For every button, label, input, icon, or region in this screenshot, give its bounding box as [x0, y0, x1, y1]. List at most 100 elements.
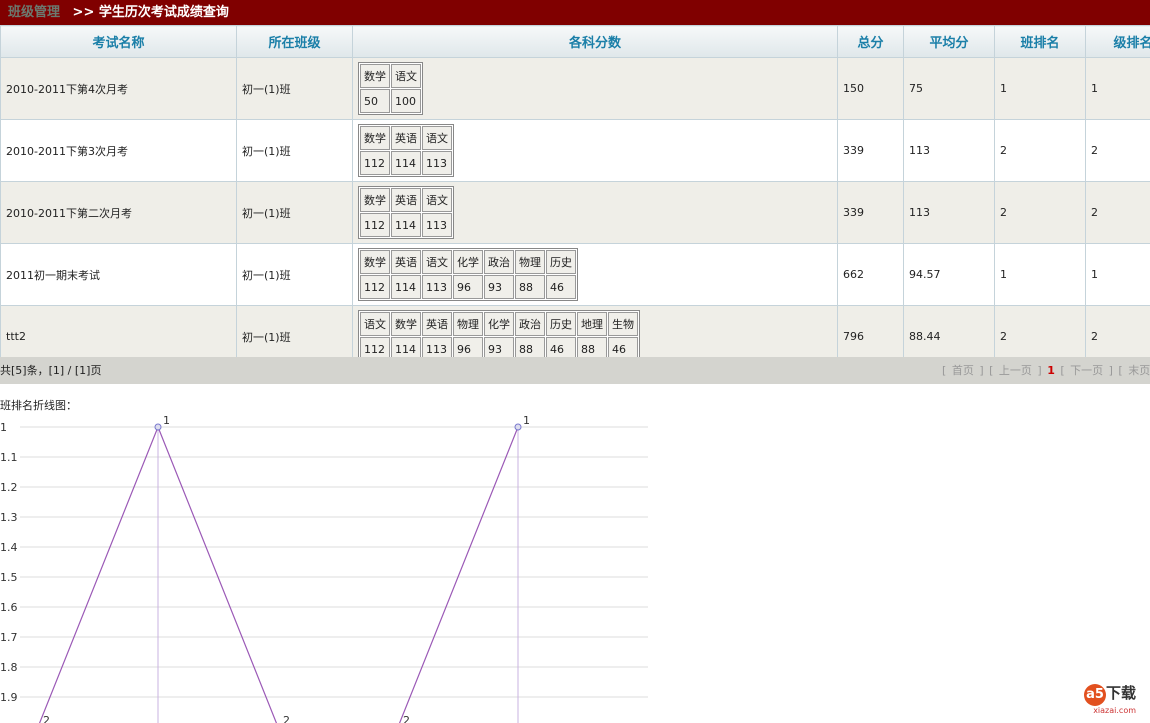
column-header: 级排名 [1085, 25, 1150, 58]
subject-name: 数学 [391, 312, 421, 336]
title-bar: 班级管理 >> 学生历次考试成绩查询 [0, 0, 1150, 25]
subject-name: 化学 [453, 250, 483, 274]
subject-score-table: 数学 英语 语文 化学 政治 物理 历史 112 114 113 96 93 88 46 [358, 248, 578, 301]
total-score: 150 [837, 57, 904, 120]
class-rank-line-chart: 1 1.1 1.2 1.3 1.4 1.5 1.6 1.7 1.8 1.9 2 1 2 2 1 [0, 414, 648, 723]
y-tick-label: 1.4 [0, 541, 18, 554]
table-row: 2011初一期末考试 初一(1)班 数学 英语 语文 化学 政治 物理 历史 112 114 113 9… [0, 243, 1150, 306]
subject-name: 英语 [391, 126, 421, 150]
table-row: 2010-2011下第4次月考 初一(1)班 数学 语文 50 100 150 75 1 1 [0, 57, 1150, 120]
subject-score: 46 [546, 275, 576, 299]
subject-score: 112 [360, 275, 390, 299]
subject-score: 100 [391, 89, 421, 113]
subject-name: 英语 [391, 250, 421, 274]
y-tick-label: 1.9 [0, 691, 18, 704]
subject-name: 语文 [391, 64, 421, 88]
subject-score: 112 [360, 213, 390, 237]
subject-name: 数学 [360, 126, 390, 150]
exam-name: 2011初一期末考试 [0, 243, 237, 306]
y-tick-label: 1.3 [0, 511, 18, 524]
subject-name: 语文 [422, 250, 452, 274]
subject-name: 历史 [546, 250, 576, 274]
subject-name: 英语 [422, 312, 452, 336]
subject-name: 物理 [453, 312, 483, 336]
first-page-link[interactable]: [ 首页 ] [942, 364, 984, 377]
subject-score: 88 [515, 275, 545, 299]
subject-score: 113 [422, 275, 452, 299]
series-line [38, 425, 519, 723]
total-score: 339 [837, 119, 904, 182]
data-point [154, 423, 162, 431]
subject-score-table: 数学 英语 语文 112 114 113 [358, 124, 454, 177]
y-tick-label: 1.7 [0, 631, 18, 644]
data-label: 2 [43, 714, 50, 723]
subject-score-table: 数学 语文 50 100 [358, 62, 423, 115]
average-score: 113 [903, 181, 995, 244]
subject-score: 112 [360, 151, 390, 175]
class-name: 初一(1)班 [236, 181, 353, 244]
average-score: 113 [903, 119, 995, 182]
pagination-bar: 共[5]条，[1] / [1]页 [ 首页 ] [ 上一页 ] 1 [ 下一页 … [0, 357, 1150, 384]
y-tick-label: 1.8 [0, 661, 18, 674]
average-score: 75 [903, 57, 995, 120]
class-rank: 2 [994, 181, 1086, 244]
y-tick-label: 1 [0, 421, 7, 434]
subject-name: 生物 [608, 312, 638, 336]
table-row: 2010-2011下第3次月考 初一(1)班 数学 英语 语文 112 114 113 339 1… [0, 119, 1150, 182]
column-header: 考试名称 [0, 25, 237, 58]
subject-name: 数学 [360, 188, 390, 212]
class-name: 初一(1)班 [236, 243, 353, 306]
grade-rank: 1 [1085, 57, 1150, 120]
subject-score: 113 [422, 213, 452, 237]
subject-score: 96 [453, 275, 483, 299]
subject-name: 政治 [515, 312, 545, 336]
subject-name: 化学 [484, 312, 514, 336]
subject-score: 114 [391, 213, 421, 237]
subject-name: 政治 [484, 250, 514, 274]
table-row: 2010-2011下第二次月考 初一(1)班 数学 英语 语文 112 114 113 339 1… [0, 181, 1150, 244]
subject-name: 数学 [360, 250, 390, 274]
total-score: 662 [837, 243, 904, 306]
class-rank: 2 [994, 119, 1086, 182]
subject-name: 数学 [360, 64, 390, 88]
subject-name: 历史 [546, 312, 576, 336]
class-rank: 1 [994, 57, 1086, 120]
breadcrumb-sep: >> [72, 5, 95, 20]
y-tick-label: 1.6 [0, 601, 18, 614]
data-label: 2 [403, 714, 410, 723]
subject-name: 物理 [515, 250, 545, 274]
breadcrumb-class-management[interactable]: 班级管理 [8, 5, 60, 20]
prev-page-link[interactable]: [ 上一页 ] [989, 364, 1042, 377]
class-name: 初一(1)班 [236, 119, 353, 182]
grade-rank: 2 [1085, 119, 1150, 182]
data-label: 1 [163, 414, 170, 427]
subject-name: 语文 [360, 312, 390, 336]
subject-name: 语文 [422, 188, 452, 212]
y-tick-label: 1.5 [0, 571, 18, 584]
column-header: 总分 [837, 25, 904, 58]
exam-name: 2010-2011下第二次月考 [0, 181, 237, 244]
class-name: 初一(1)班 [236, 57, 353, 120]
total-score: 339 [837, 181, 904, 244]
subject-scores: 数学 英语 语文 化学 政治 物理 历史 112 114 113 96 93 88 46 [352, 243, 838, 306]
class-rank: 1 [994, 243, 1086, 306]
subject-name: 英语 [391, 188, 421, 212]
a5-logo: a5 下载 xiazai.com [1083, 682, 1136, 715]
subject-scores: 数学 英语 语文 112 114 113 [352, 119, 838, 182]
column-header: 班排名 [994, 25, 1086, 58]
y-tick-label: 1.1 [0, 451, 18, 464]
data-label: 2 [283, 714, 290, 723]
subject-name: 地理 [577, 312, 607, 336]
next-page-link[interactable]: [ 下一页 ] [1060, 364, 1113, 377]
y-tick-label: 1.2 [0, 481, 18, 494]
page-title: 学生历次考试成绩查询 [98, 5, 229, 20]
column-header: 所在班级 [236, 25, 353, 58]
average-score: 94.57 [903, 243, 995, 306]
column-header: 各科分数 [352, 25, 838, 58]
subject-scores: 数学 语文 50 100 [352, 57, 838, 120]
subject-name: 语文 [422, 126, 452, 150]
column-header: 平均分 [903, 25, 995, 58]
last-page-link[interactable]: [ 末页 ] [1118, 364, 1150, 377]
data-label: 1 [523, 414, 530, 427]
data-point [514, 423, 522, 431]
